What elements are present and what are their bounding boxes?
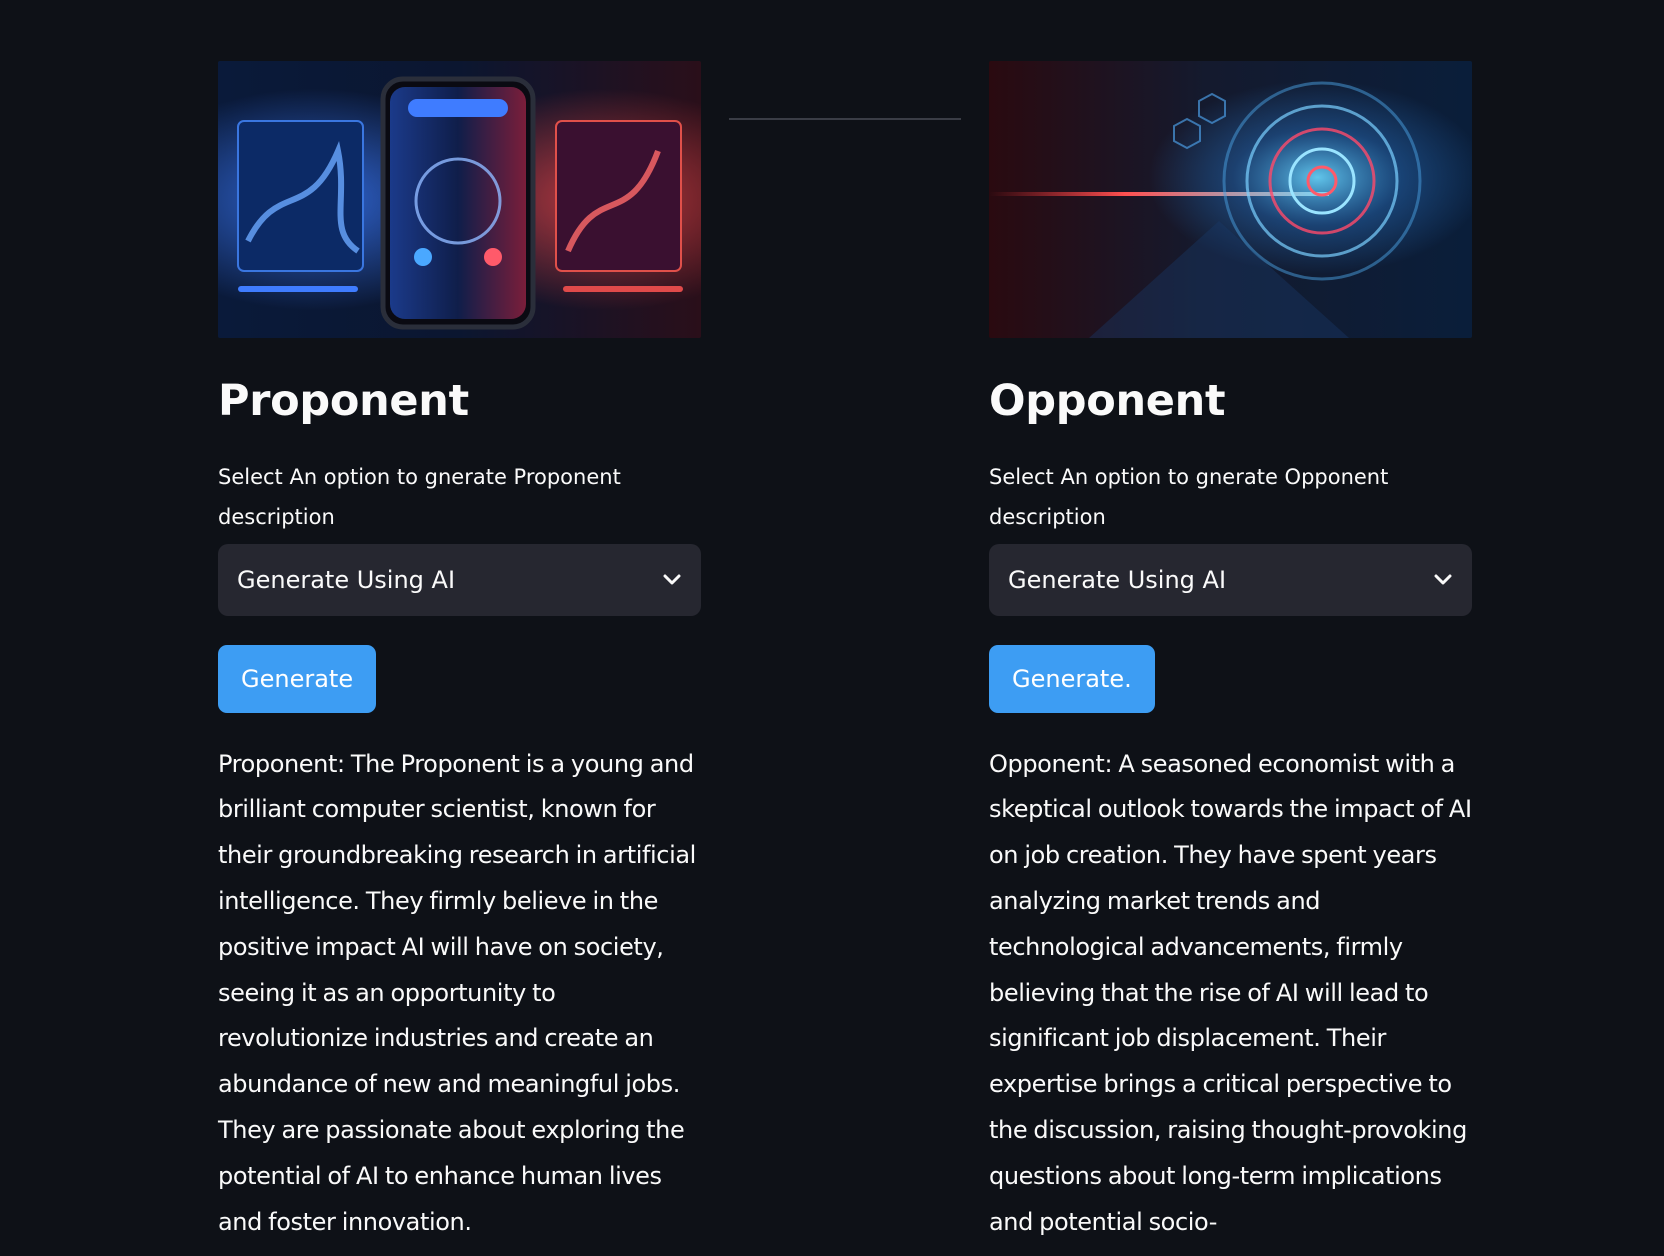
chevron-down-icon	[663, 574, 681, 586]
chevron-down-icon	[1434, 574, 1452, 586]
proponent-heading: Proponent	[218, 376, 469, 426]
column-divider	[729, 118, 961, 120]
opponent-option-select[interactable]: Generate Using AI	[989, 543, 1472, 616]
proponent-hero-image	[218, 61, 701, 338]
proponent-description: Proponent: The Proponent is a young and …	[218, 749, 696, 1236]
proponent-column: Proponent Select An option to gnerate Pr…	[218, 61, 701, 1245]
opponent-select-label: Select An option to gnerate Opponent des…	[989, 464, 1389, 529]
opponent-column: Opponent Select An option to gnerate Opp…	[989, 61, 1472, 1245]
app-page: Proponent Select An option to gnerate Pr…	[0, 0, 1664, 1256]
opponent-heading: Opponent	[989, 376, 1226, 426]
proponent-select-label: Select An option to gnerate Proponent de…	[218, 464, 621, 529]
opponent-hero-image	[989, 61, 1472, 338]
proponent-option-select[interactable]: Generate Using AI	[218, 543, 701, 616]
opponent-select-value: Generate Using AI	[1008, 565, 1227, 594]
proponent-generate-button[interactable]: Generate	[218, 644, 377, 713]
proponent-select-value: Generate Using AI	[237, 565, 456, 594]
opponent-generate-button[interactable]: Generate.	[989, 644, 1155, 713]
opponent-description: Opponent: A seasoned economist with a sk…	[989, 749, 1472, 1236]
